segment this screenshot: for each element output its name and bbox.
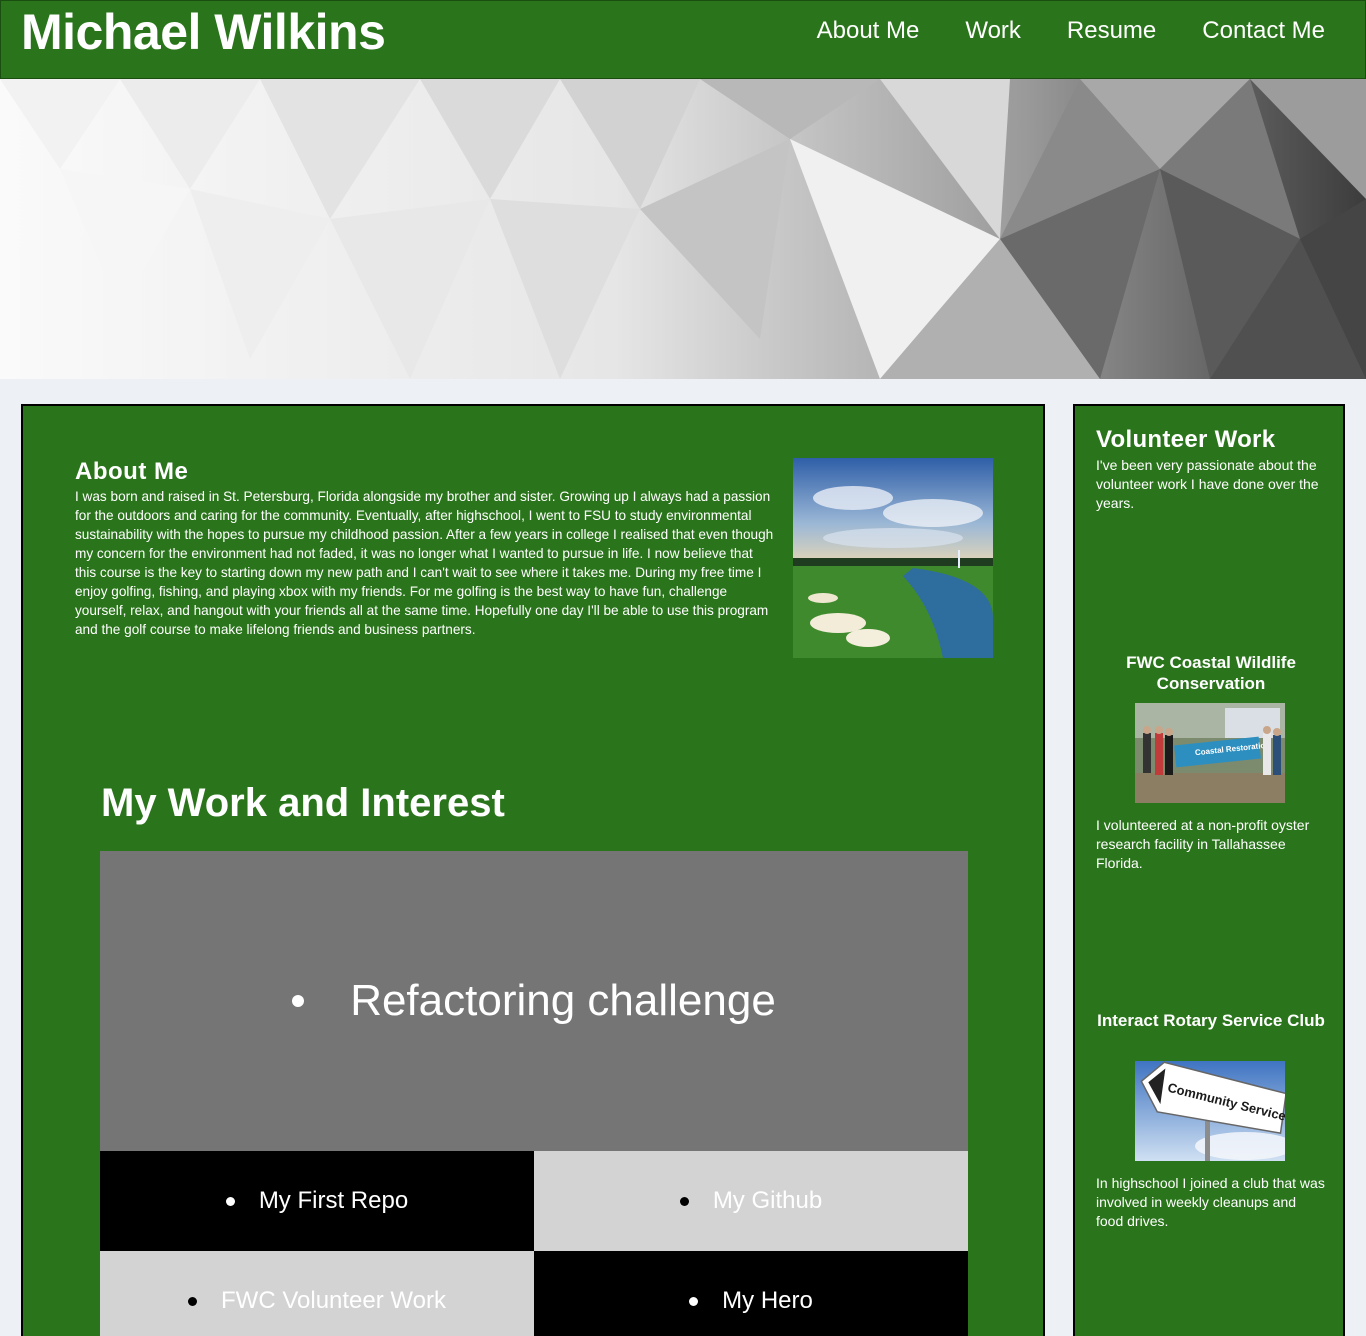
volunteer-sidebar: Volunteer Work I've been very passionate…	[1073, 404, 1345, 1336]
coastal-restoration-photo: Coastal Restoration	[1135, 703, 1285, 803]
volunteer-card-title: Interact Rotary Service Club	[1097, 1011, 1325, 1030]
project-link[interactable]: My Github	[713, 1187, 822, 1215]
golf-course-photo	[793, 458, 993, 658]
list-item: Refactoring challenge	[292, 976, 776, 1026]
featured-project-link[interactable]: Refactoring challenge	[350, 976, 776, 1026]
bullet-icon	[679, 1196, 689, 1206]
volunteer-card-title: FWC Coastal Wildlife Conservation	[1126, 653, 1296, 693]
project-link[interactable]: FWC Volunteer Work	[221, 1287, 446, 1315]
work-heading: My Work and Interest	[101, 781, 505, 825]
volunteer-card-text: I volunteered at a non-profit oyster res…	[1096, 817, 1310, 871]
nav-contact-me[interactable]: Contact Me	[1202, 17, 1325, 45]
project-tile[interactable]: My First Repo	[100, 1151, 534, 1251]
site-title[interactable]: Michael Wilkins	[21, 3, 386, 61]
volunteer-card-text: In highschool I joined a club that was i…	[1096, 1175, 1325, 1229]
main-nav: About Me Work Resume Contact Me	[817, 17, 1325, 45]
project-tile[interactable]: My Github	[534, 1151, 968, 1251]
nav-work[interactable]: Work	[965, 17, 1021, 45]
nav-resume[interactable]: Resume	[1067, 17, 1156, 45]
community-service-sign-photo: Community Service	[1135, 1061, 1285, 1161]
main-content: About Me I was born and raised in St. Pe…	[21, 404, 1045, 1336]
hero-banner	[0, 79, 1366, 379]
about-text: I was born and raised in St. Petersburg,…	[75, 489, 774, 637]
bullet-icon	[292, 995, 305, 1007]
nav-about-me[interactable]: About Me	[817, 17, 920, 45]
featured-project[interactable]: Refactoring challenge	[100, 851, 968, 1151]
project-link[interactable]: My Hero	[722, 1287, 813, 1315]
bullet-icon	[225, 1196, 235, 1206]
bullet-icon	[188, 1296, 198, 1306]
sidebar-intro: I've been very passionate about the volu…	[1096, 457, 1319, 511]
project-tile[interactable]: My Hero	[534, 1251, 968, 1336]
about-heading: About Me	[75, 458, 189, 485]
project-link[interactable]: My First Repo	[259, 1187, 408, 1215]
hero-geometric-image	[0, 79, 1366, 379]
site-header: Michael Wilkins About Me Work Resume Con…	[0, 0, 1366, 79]
sidebar-heading: Volunteer Work	[1096, 426, 1276, 453]
project-tile[interactable]: FWC Volunteer Work	[100, 1251, 534, 1336]
bullet-icon	[689, 1296, 699, 1306]
